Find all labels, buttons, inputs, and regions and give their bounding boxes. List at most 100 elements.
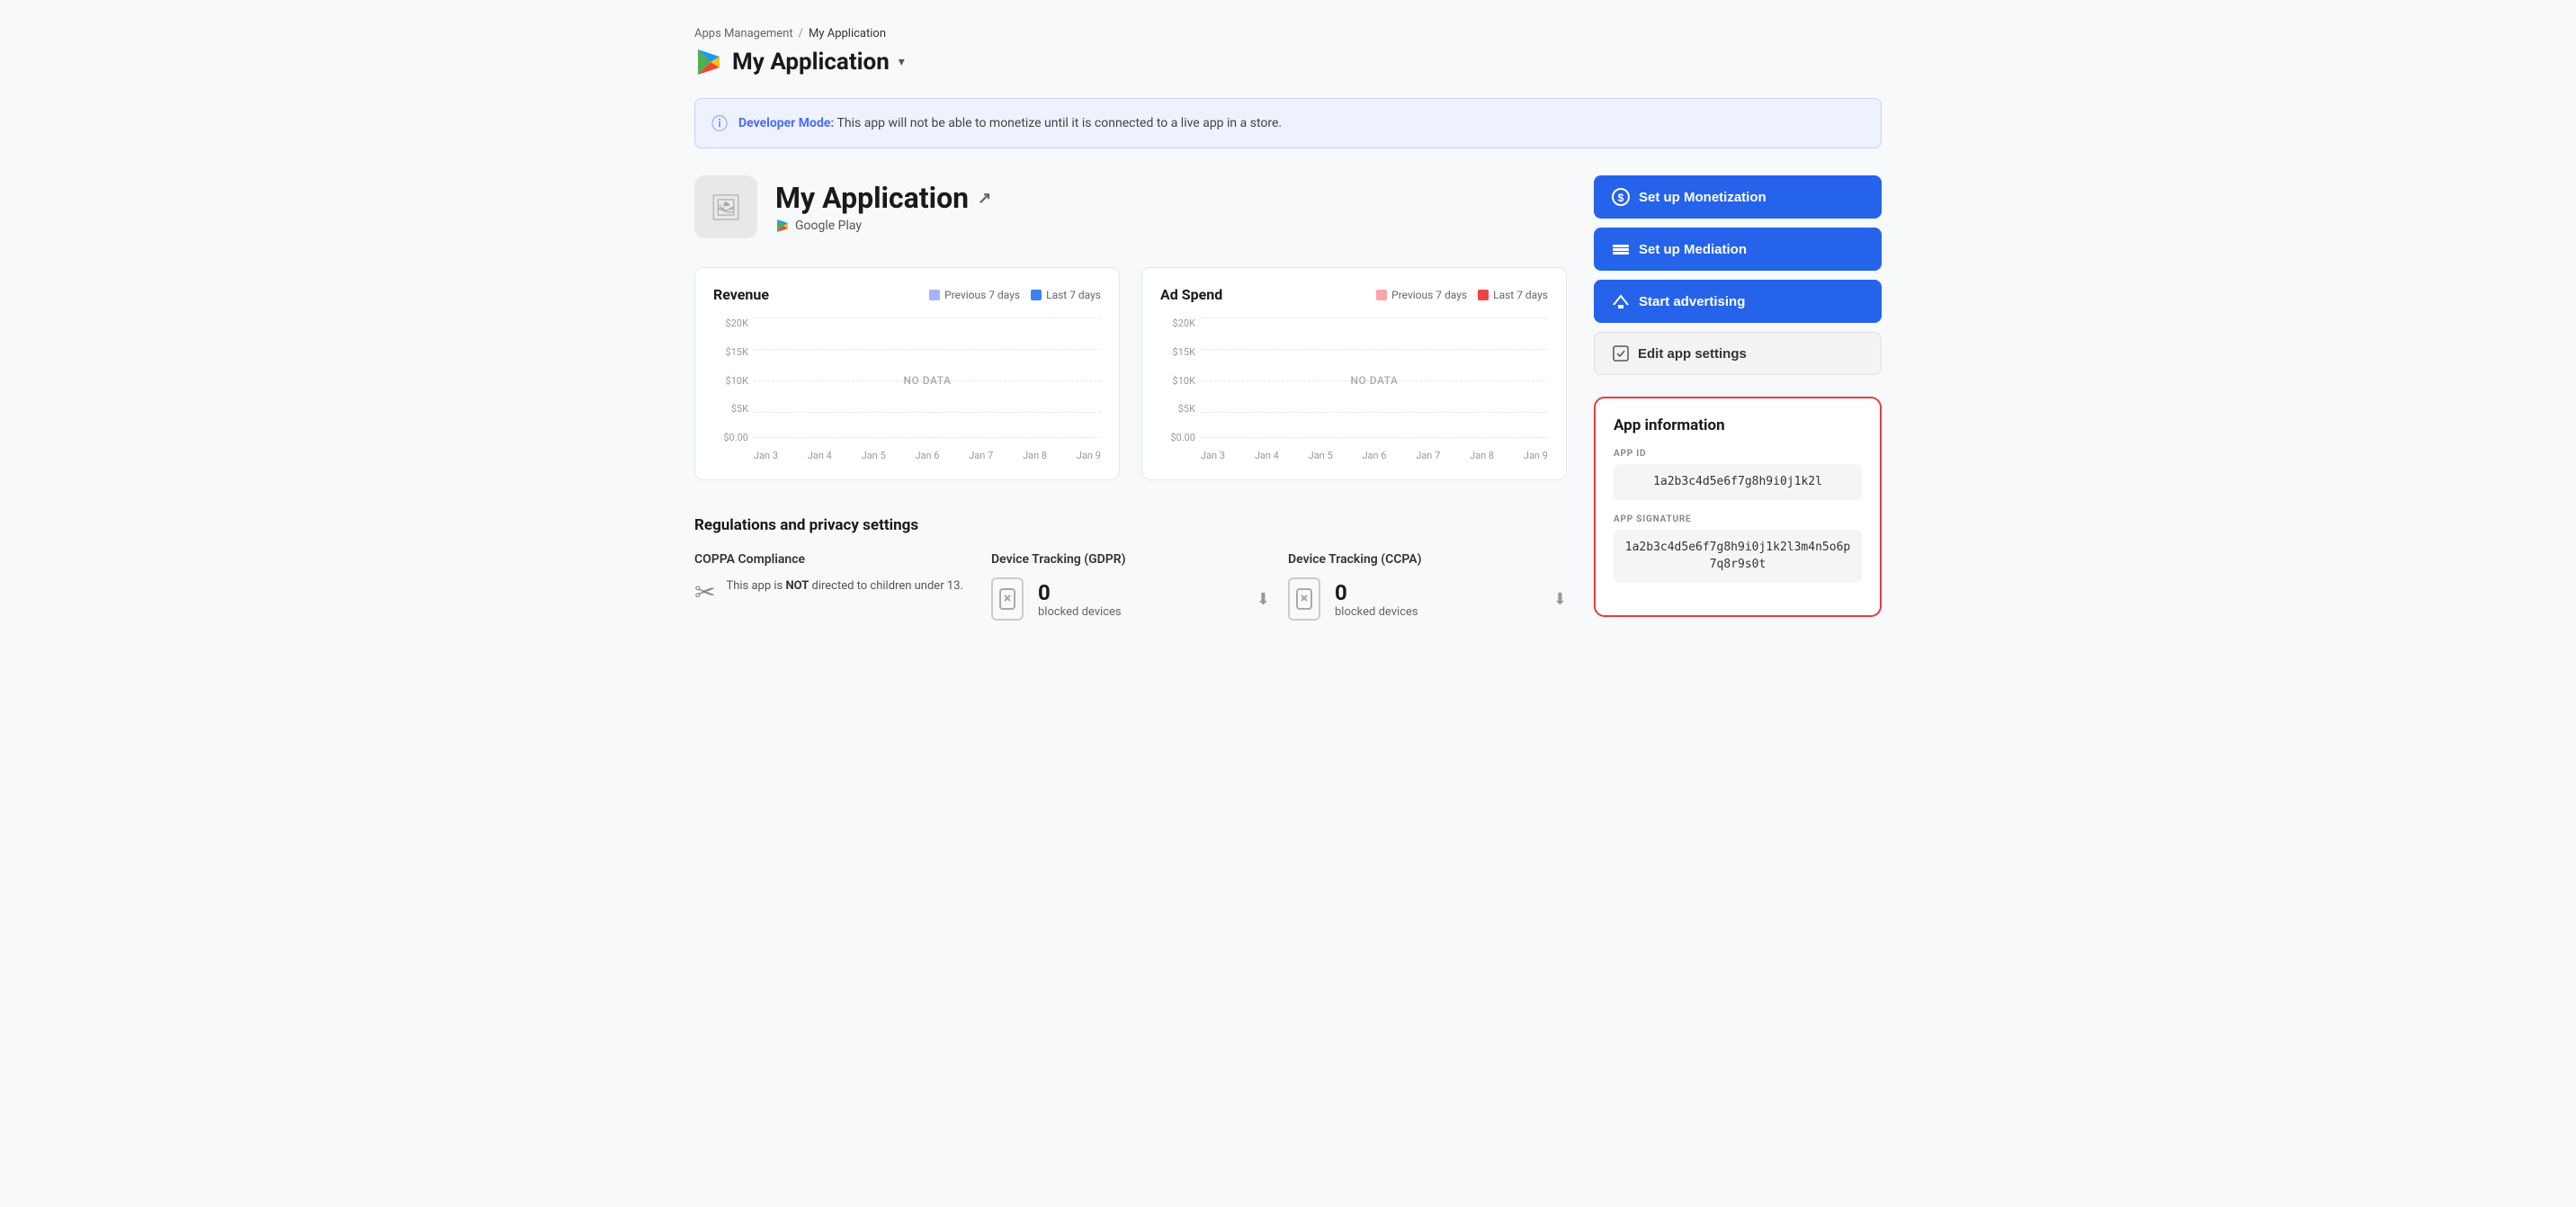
coppa-bold: NOT	[785, 579, 809, 593]
rev-x-jan5: Jan 5	[862, 450, 886, 461]
ccpa-count: 0	[1335, 580, 1418, 605]
rev-x-jan8: Jan 8	[1023, 450, 1047, 461]
adspend-y-labels: $20K $15K $10K $5K $0.00	[1160, 317, 1201, 443]
adspend-y-0: $0.00	[1160, 432, 1195, 443]
ads-x-jan8: Jan 8	[1470, 450, 1494, 461]
coppa-card: COPPA Compliance ✂ This app is NOT direc…	[694, 552, 973, 621]
adspend-last-label: Last 7 days	[1493, 289, 1548, 301]
coppa-text: This app is NOT directed to children und…	[726, 577, 962, 595]
revenue-y-labels: $20K $15K $10K $5K $0.00	[713, 317, 754, 443]
coppa-title: COPPA Compliance	[694, 552, 973, 567]
revenue-chart-grid: NO DATA	[754, 317, 1101, 443]
left-panel: 🖼 My Application ↗ Google	[694, 175, 1567, 621]
app-icon: 🖼	[694, 175, 757, 238]
gdpr-count-section: 0 blocked devices	[1038, 580, 1122, 619]
adspend-grid-5	[1201, 437, 1548, 438]
ccpa-download-icon[interactable]: ⬇	[1553, 590, 1567, 609]
developer-mode-banner: ⓘ Developer Mode: This app will not be a…	[694, 98, 1882, 148]
info-icon: ⓘ	[711, 112, 728, 135]
ads-x-jan4: Jan 4	[1255, 450, 1279, 461]
ccpa-card: Device Tracking (CCPA) 0	[1288, 552, 1567, 621]
adspend-x-labels: Jan 3 Jan 4 Jan 5 Jan 6 Jan 7 Jan 8 Jan …	[1201, 450, 1548, 461]
mediation-icon	[1612, 240, 1630, 258]
revenue-legend-prev: Previous 7 days	[929, 289, 1020, 301]
breadcrumb-parent[interactable]: Apps Management	[694, 27, 793, 40]
ccpa-count-section: 0 blocked devices	[1335, 580, 1418, 619]
platform-play-icon	[775, 219, 790, 233]
ccpa-title: Device Tracking (CCPA)	[1288, 552, 1567, 567]
revenue-x-labels: Jan 3 Jan 4 Jan 5 Jan 6 Jan 7 Jan 8 Jan …	[754, 450, 1101, 461]
main-content: 🖼 My Application ↗ Google	[694, 175, 1882, 621]
adspend-chart-card: Ad Spend Previous 7 days Last 7 days	[1141, 267, 1567, 480]
breadcrumb-separator: /	[799, 27, 803, 40]
rev-x-jan9: Jan 9	[1077, 450, 1101, 461]
app-header: 🖼 My Application ↗ Google	[694, 175, 1567, 238]
revenue-y-5k: $5K	[713, 403, 748, 415]
revenue-y-0: $0.00	[713, 432, 748, 443]
coppa-icon: ✂	[694, 577, 715, 607]
app-info-card: App information APP ID 1a2b3c4d5e6f7g8h9…	[1594, 397, 1882, 617]
gdpr-label: blocked devices	[1038, 605, 1122, 619]
revenue-chart-header: Revenue Previous 7 days Last 7 days	[713, 286, 1101, 303]
rev-x-jan3: Jan 3	[754, 450, 778, 461]
app-id-field: APP ID 1a2b3c4d5e6f7g8h9i0j1k2l	[1614, 449, 1862, 500]
adspend-grid-1	[1201, 317, 1548, 318]
gdpr-content: 0 blocked devices ⬇	[991, 577, 1270, 621]
setup-monetization-button[interactable]: $ Set up Monetization	[1594, 175, 1882, 219]
revenue-last-dot	[1031, 290, 1042, 300]
adspend-chart-area: $20K $15K $10K $5K $0.00 NO D	[1160, 317, 1548, 461]
adspend-legend-prev: Previous 7 days	[1376, 289, 1467, 301]
ads-x-jan6: Jan 6	[1362, 450, 1386, 461]
charts-row: Revenue Previous 7 days Last 7 days	[694, 267, 1567, 480]
ccpa-content: 0 blocked devices ⬇	[1288, 577, 1567, 621]
revenue-chart-area: $20K $15K $10K $5K $0.00 NO D	[713, 317, 1101, 461]
app-signature-field: APP SIGNATURE 1a2b3c4d5e6f7g8h9i0j1k2l3m…	[1614, 514, 1862, 583]
adspend-prev-dot	[1376, 290, 1387, 300]
edit-app-settings-button[interactable]: Edit app settings	[1594, 332, 1882, 375]
regulations-grid: COPPA Compliance ✂ This app is NOT direc…	[694, 552, 1567, 621]
action-buttons: $ Set up Monetization Set up Mediation	[1594, 175, 1882, 375]
title-dropdown-arrow[interactable]: ▾	[899, 55, 905, 69]
app-info-title: App information	[1614, 416, 1862, 434]
revenue-chart-card: Revenue Previous 7 days Last 7 days	[694, 267, 1120, 480]
coppa-content: ✂ This app is NOT directed to children u…	[694, 577, 973, 607]
right-panel: $ Set up Monetization Set up Mediation	[1594, 175, 1882, 621]
adspend-last-dot	[1478, 290, 1489, 300]
gdpr-title: Device Tracking (GDPR)	[991, 552, 1270, 567]
external-link-icon[interactable]: ↗	[978, 189, 991, 208]
revenue-prev-label: Previous 7 days	[944, 289, 1020, 301]
adspend-grid-2	[1201, 349, 1548, 350]
gdpr-download-icon[interactable]: ⬇	[1257, 590, 1270, 609]
ads-x-jan5: Jan 5	[1309, 450, 1333, 461]
setup-mediation-button[interactable]: Set up Mediation	[1594, 228, 1882, 271]
app-name: My Application ↗	[775, 181, 991, 215]
breadcrumb-current: My Application	[809, 27, 886, 40]
svg-text:$: $	[1618, 192, 1624, 204]
adspend-y-10k: $10K	[1160, 375, 1195, 387]
dev-banner-label: Developer Mode:	[738, 116, 834, 130]
ads-x-jan9: Jan 9	[1524, 450, 1548, 461]
monetization-icon: $	[1612, 188, 1630, 206]
ads-x-jan3: Jan 3	[1201, 450, 1225, 461]
app-id-label: APP ID	[1614, 449, 1862, 459]
adspend-chart-title: Ad Spend	[1160, 286, 1222, 303]
grid-line-1	[754, 317, 1101, 318]
phone-x-icon-2	[1296, 588, 1312, 610]
edit-app-settings-label: Edit app settings	[1638, 346, 1747, 362]
breadcrumb: Apps Management / My Application	[694, 27, 1882, 40]
regulations-title: Regulations and privacy settings	[694, 516, 1567, 534]
adspend-no-data: NO DATA	[1351, 374, 1399, 387]
revenue-last-label: Last 7 days	[1046, 289, 1101, 301]
gdpr-device-icon	[991, 577, 1024, 621]
start-advertising-button[interactable]: Start advertising	[1594, 280, 1882, 323]
google-play-icon	[694, 48, 723, 76]
phone-x-icon	[999, 588, 1015, 610]
app-signature-value: 1a2b3c4d5e6f7g8h9i0j1k2l3m4n5o6p7q8r9s0t	[1614, 530, 1862, 583]
adspend-chart-grid: NO DATA	[1201, 317, 1548, 443]
setup-monetization-label: Set up Monetization	[1639, 190, 1767, 205]
ccpa-device-icon	[1288, 577, 1320, 621]
adspend-prev-label: Previous 7 days	[1391, 289, 1467, 301]
gdpr-card: Device Tracking (GDPR) 0	[991, 552, 1270, 621]
app-name-section: My Application ↗ Google Play	[775, 181, 991, 233]
adspend-legend: Previous 7 days Last 7 days	[1376, 289, 1548, 301]
